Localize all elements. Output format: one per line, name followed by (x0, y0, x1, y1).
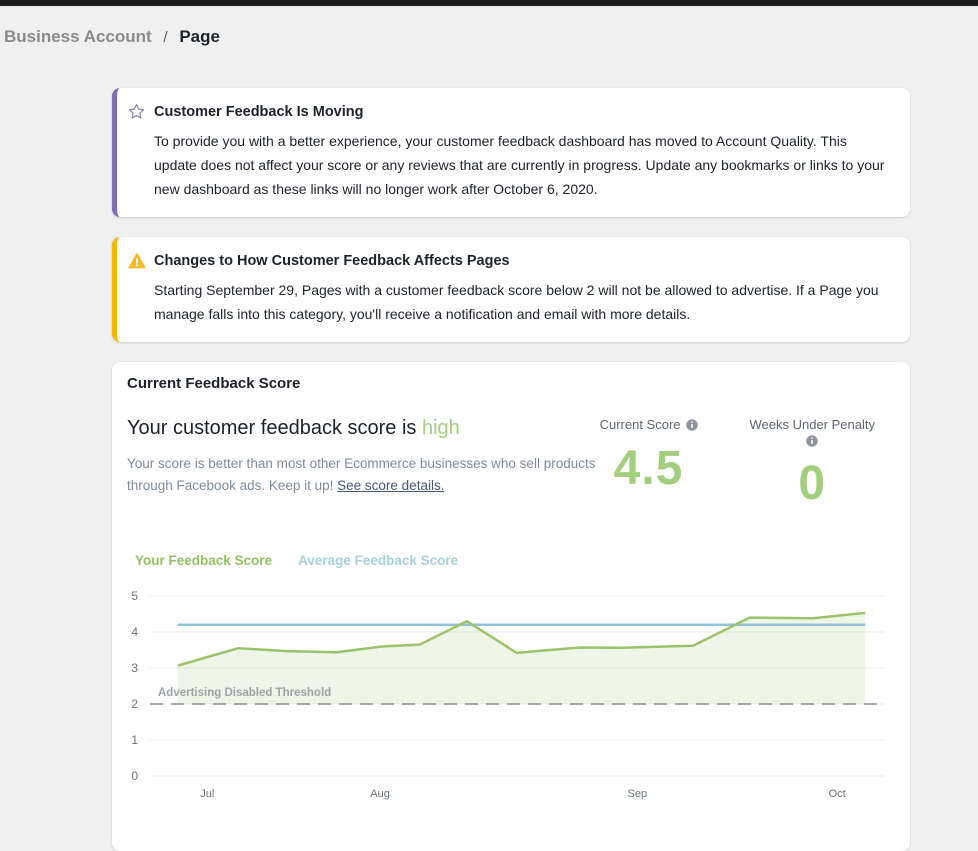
star-icon (127, 102, 146, 121)
info-icon[interactable] (686, 419, 698, 431)
y-tick-label: 3 (131, 661, 138, 675)
x-tick-label: Aug (370, 788, 390, 800)
notice-title: Customer Feedback Is Moving (154, 104, 364, 120)
notice-header: Customer Feedback Is Moving (127, 102, 890, 121)
breadcrumb-page: Page (179, 27, 220, 46)
notice-feedback-changes: Changes to How Customer Feedback Affects… (112, 237, 910, 342)
breadcrumb-separator: / (163, 29, 167, 46)
x-tick-label: Sep (628, 788, 648, 800)
notice-header: Changes to How Customer Feedback Affects… (127, 251, 890, 270)
x-tick-label: Oct (829, 788, 846, 800)
notice-title: Changes to How Customer Feedback Affects… (154, 253, 510, 269)
y-tick-label: 5 (131, 589, 138, 603)
score-headline-text: Your customer feedback score is (127, 417, 422, 439)
metrics: Current Score 4.5 Weeks Under (600, 417, 885, 511)
metric-weeks-under-penalty: Weeks Under Penalty 0 (750, 417, 876, 511)
weeks-under-penalty-value: 0 (750, 456, 876, 511)
breadcrumb-business-account[interactable]: Business Account (4, 27, 152, 46)
breadcrumb: Business Account / Page (4, 27, 978, 47)
score-card-title: Current Feedback Score (127, 375, 885, 392)
score-headline: Your customer feedback score is high (127, 417, 597, 440)
main-content: Customer Feedback Is Moving To provide y… (112, 88, 910, 851)
score-summary-row: Your customer feedback score is high You… (127, 417, 885, 511)
y-tick-label: 0 (131, 769, 138, 783)
notice-body: To provide you with a better experience,… (154, 129, 890, 201)
metric-current-score: Current Score 4.5 (600, 417, 698, 496)
feedback-score-chart: 543210Advertising Disabled ThresholdJulA… (150, 581, 885, 811)
current-score-value: 4.5 (600, 441, 698, 496)
metric-label: Weeks Under Penalty (750, 417, 876, 447)
x-tick-label: Jul (200, 788, 214, 800)
legend-your-feedback-score[interactable]: Your Feedback Score (135, 553, 272, 568)
metric-label-text: Current Score (600, 417, 681, 432)
score-description: Your score is better than most other Eco… (127, 453, 597, 497)
metric-label-text: Weeks Under Penalty (750, 417, 876, 432)
see-score-details-link[interactable]: See score details. (337, 478, 444, 493)
notice-body: Starting September 29, Pages with a cust… (154, 278, 890, 326)
feedback-chart-svg: 543210Advertising Disabled ThresholdJulA… (150, 581, 885, 811)
threshold-label: Advertising Disabled Threshold (158, 687, 331, 699)
score-headline-block: Your customer feedback score is high You… (127, 417, 597, 511)
metric-label: Current Score (600, 417, 698, 432)
y-tick-label: 4 (131, 625, 138, 639)
warning-icon (127, 251, 146, 270)
info-icon[interactable] (806, 435, 818, 447)
legend-average-feedback-score[interactable]: Average Feedback Score (298, 553, 458, 568)
chart-legend: Your Feedback Score Average Feedback Sco… (135, 553, 885, 568)
y-tick-label: 1 (131, 733, 138, 747)
y-tick-label: 2 (131, 697, 138, 711)
notice-feedback-moving: Customer Feedback Is Moving To provide y… (112, 88, 910, 217)
current-feedback-score-card: Current Feedback Score Your customer fee… (112, 362, 910, 851)
window-top-bar (0, 0, 978, 6)
score-status: high (422, 417, 460, 439)
